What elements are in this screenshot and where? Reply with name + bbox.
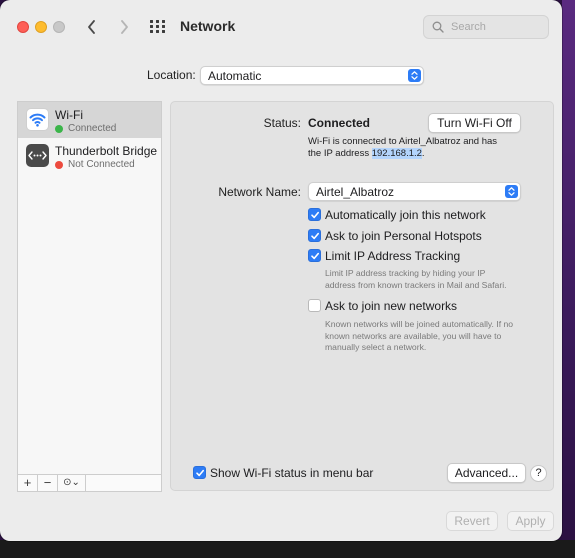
search-icon: [432, 21, 444, 33]
status-dot-green: [55, 125, 63, 133]
chevron-left-icon: [88, 20, 95, 34]
ask-join-new-networks-label: Ask to join new networks: [325, 299, 458, 313]
desktop-background: [562, 0, 575, 558]
add-service-button[interactable]: +: [18, 475, 38, 491]
checkmark-icon: [196, 469, 204, 477]
status-value: Connected: [308, 116, 371, 130]
location-value: Automatic: [208, 69, 262, 83]
sidebar-item-wifi[interactable]: Wi-Fi Connected: [18, 102, 161, 138]
zoom-window-button[interactable]: [53, 21, 65, 33]
remove-service-button[interactable]: −: [38, 475, 58, 491]
service-list: Wi-Fi Connected Thunderbolt Bridge Not C…: [17, 101, 162, 475]
status-dot-red: [55, 161, 63, 169]
back-button[interactable]: [82, 16, 102, 38]
personal-hotspots-checkbox[interactable]: [308, 229, 321, 242]
revert-button[interactable]: Revert: [446, 511, 498, 531]
desktop-bottom: [0, 540, 575, 558]
network-preferences-window: Network Search Location: Automatic Wi-Fi…: [0, 0, 562, 541]
location-popup[interactable]: Automatic: [200, 66, 424, 85]
sidebar-item-thunderbolt-bridge[interactable]: Thunderbolt Bridge Not Connected: [18, 138, 161, 174]
popup-arrows-icon: [505, 185, 518, 198]
limit-ip-tracking-hint: Limit IP address tracking by hiding your…: [325, 268, 507, 290]
network-name-popup[interactable]: Airtel_Albatroz: [308, 182, 521, 201]
help-button[interactable]: ?: [530, 465, 547, 482]
sidebar-item-status: Not Connected: [68, 159, 135, 170]
sidebar-item-label: Thunderbolt Bridge: [55, 144, 158, 158]
sidebar-item-label: Wi-Fi: [55, 108, 83, 122]
ip-address: 192.168.1.2: [371, 148, 422, 159]
apply-button[interactable]: Apply: [507, 511, 554, 531]
search-placeholder: Search: [451, 21, 486, 33]
sidebar-item-status: Connected: [68, 123, 117, 134]
auto-join-label: Automatically join this network: [325, 208, 486, 222]
status-label: Status:: [263, 116, 301, 130]
advanced-button[interactable]: Advanced...: [447, 463, 526, 483]
limit-ip-tracking-label: Limit IP Address Tracking: [325, 249, 461, 263]
show-wifi-status-label: Show Wi-Fi status in menu bar: [210, 466, 374, 480]
location-label: Location:: [147, 68, 196, 82]
minimize-window-button[interactable]: [35, 21, 47, 33]
service-list-toolbar: + − ⊙⌄: [17, 474, 162, 492]
personal-hotspots-label: Ask to join Personal Hotspots: [325, 229, 482, 243]
chevron-right-icon: [121, 20, 128, 34]
checkmark-icon: [311, 211, 319, 219]
limit-ip-tracking-checkbox[interactable]: [308, 249, 321, 262]
wifi-icon: [26, 108, 49, 131]
checkmark-icon: [311, 252, 319, 260]
forward-button[interactable]: [114, 16, 134, 38]
checkmark-icon: [311, 232, 319, 240]
window-title: Network: [180, 18, 236, 34]
close-window-button[interactable]: [17, 21, 29, 33]
ask-join-new-networks-hint: Known networks will be joined automatica…: [325, 319, 514, 352]
ask-join-new-networks-checkbox[interactable]: [308, 299, 321, 312]
status-description: Wi-Fi is connected to Airtel_Albatroz an…: [308, 136, 498, 159]
show-wifi-status-checkbox[interactable]: [193, 466, 206, 479]
thunderbolt-bridge-icon: [26, 144, 49, 167]
show-all-grid-icon[interactable]: [150, 20, 166, 34]
network-name-value: Airtel_Albatroz: [316, 185, 395, 199]
auto-join-checkbox[interactable]: [308, 208, 321, 221]
wifi-settings-panel: Status: Connected Turn Wi-Fi Off Wi-Fi i…: [170, 101, 554, 491]
title-bar: Network Search: [0, 0, 562, 52]
search-field[interactable]: Search: [423, 15, 549, 39]
action-menu-button[interactable]: ⊙⌄: [58, 475, 86, 491]
turn-wifi-off-button[interactable]: Turn Wi-Fi Off: [428, 113, 521, 133]
popup-arrows-icon: [408, 69, 421, 82]
network-name-label: Network Name:: [218, 185, 301, 199]
